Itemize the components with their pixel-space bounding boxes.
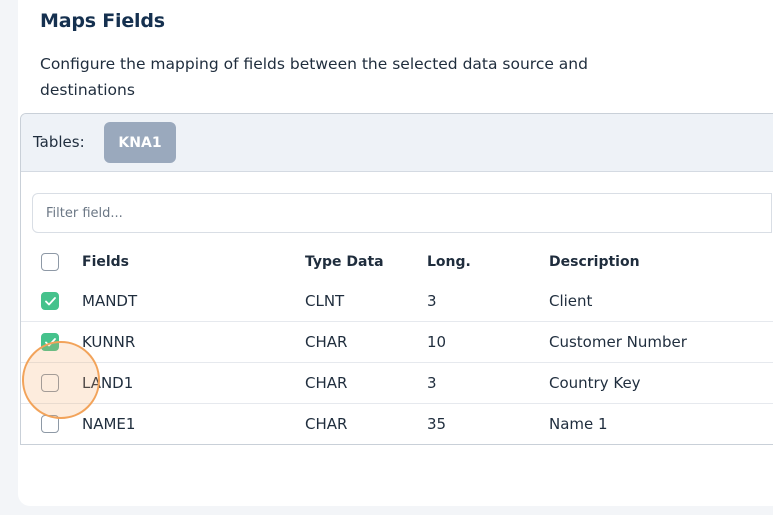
select-all-checkbox[interactable]	[41, 252, 59, 271]
page-description: Configure the mapping of fields between …	[40, 55, 588, 99]
field-length: 3	[427, 292, 437, 310]
field-length: 35	[427, 415, 447, 433]
field-name: NAME1	[82, 415, 136, 433]
column-header-description: Description	[549, 253, 640, 270]
field-description: Client	[549, 292, 593, 310]
field-name: LAND1	[82, 374, 134, 392]
filter-field-input[interactable]	[32, 193, 772, 233]
checkmark-icon	[44, 337, 56, 346]
fields-panel: Tables: KNA1 Fields Type Data Long. Desc…	[20, 113, 773, 445]
row-checkbox[interactable]	[41, 374, 59, 392]
table-row[interactable]: LAND1 CHAR 3 Country Key	[21, 363, 773, 404]
tables-label: Tables:	[33, 133, 85, 151]
column-header-fields: Fields	[82, 253, 130, 270]
field-length: 10	[427, 333, 447, 351]
field-description: Customer Number	[549, 333, 687, 351]
tables-header: Tables: KNA1	[21, 114, 773, 172]
field-description: Name 1	[549, 415, 608, 433]
row-checkbox[interactable]	[41, 292, 59, 310]
field-length: 3	[427, 374, 437, 392]
table-body: MANDT CLNT 3 Client KUNNR CHAR 10 Customer Numb…	[21, 281, 773, 444]
field-type: CHAR	[305, 333, 348, 351]
table-chip-kna1[interactable]: KNA1	[104, 122, 176, 163]
field-type: CLNT	[305, 292, 345, 310]
table-row[interactable]: KUNNR CHAR 10 Customer Number	[21, 322, 773, 363]
row-checkbox[interactable]	[41, 415, 59, 433]
field-description: Country Key	[549, 374, 641, 392]
column-header-long: Long.	[427, 253, 471, 270]
field-name: KUNNR	[82, 333, 136, 351]
table-header-row: Fields Type Data Long. Description	[21, 242, 773, 281]
field-type: CHAR	[305, 415, 348, 433]
field-name: MANDT	[82, 292, 138, 310]
column-header-type-data: Type Data	[305, 253, 384, 270]
fields-table: Fields Type Data Long. Description MANDT…	[21, 242, 773, 444]
field-type: CHAR	[305, 374, 348, 392]
page-title: Maps Fields	[40, 10, 165, 32]
table-row[interactable]: MANDT CLNT 3 Client	[21, 281, 773, 322]
row-checkbox[interactable]	[41, 333, 59, 351]
checkmark-icon	[44, 296, 56, 305]
table-row[interactable]: NAME1 CHAR 35 Name 1	[21, 404, 773, 444]
